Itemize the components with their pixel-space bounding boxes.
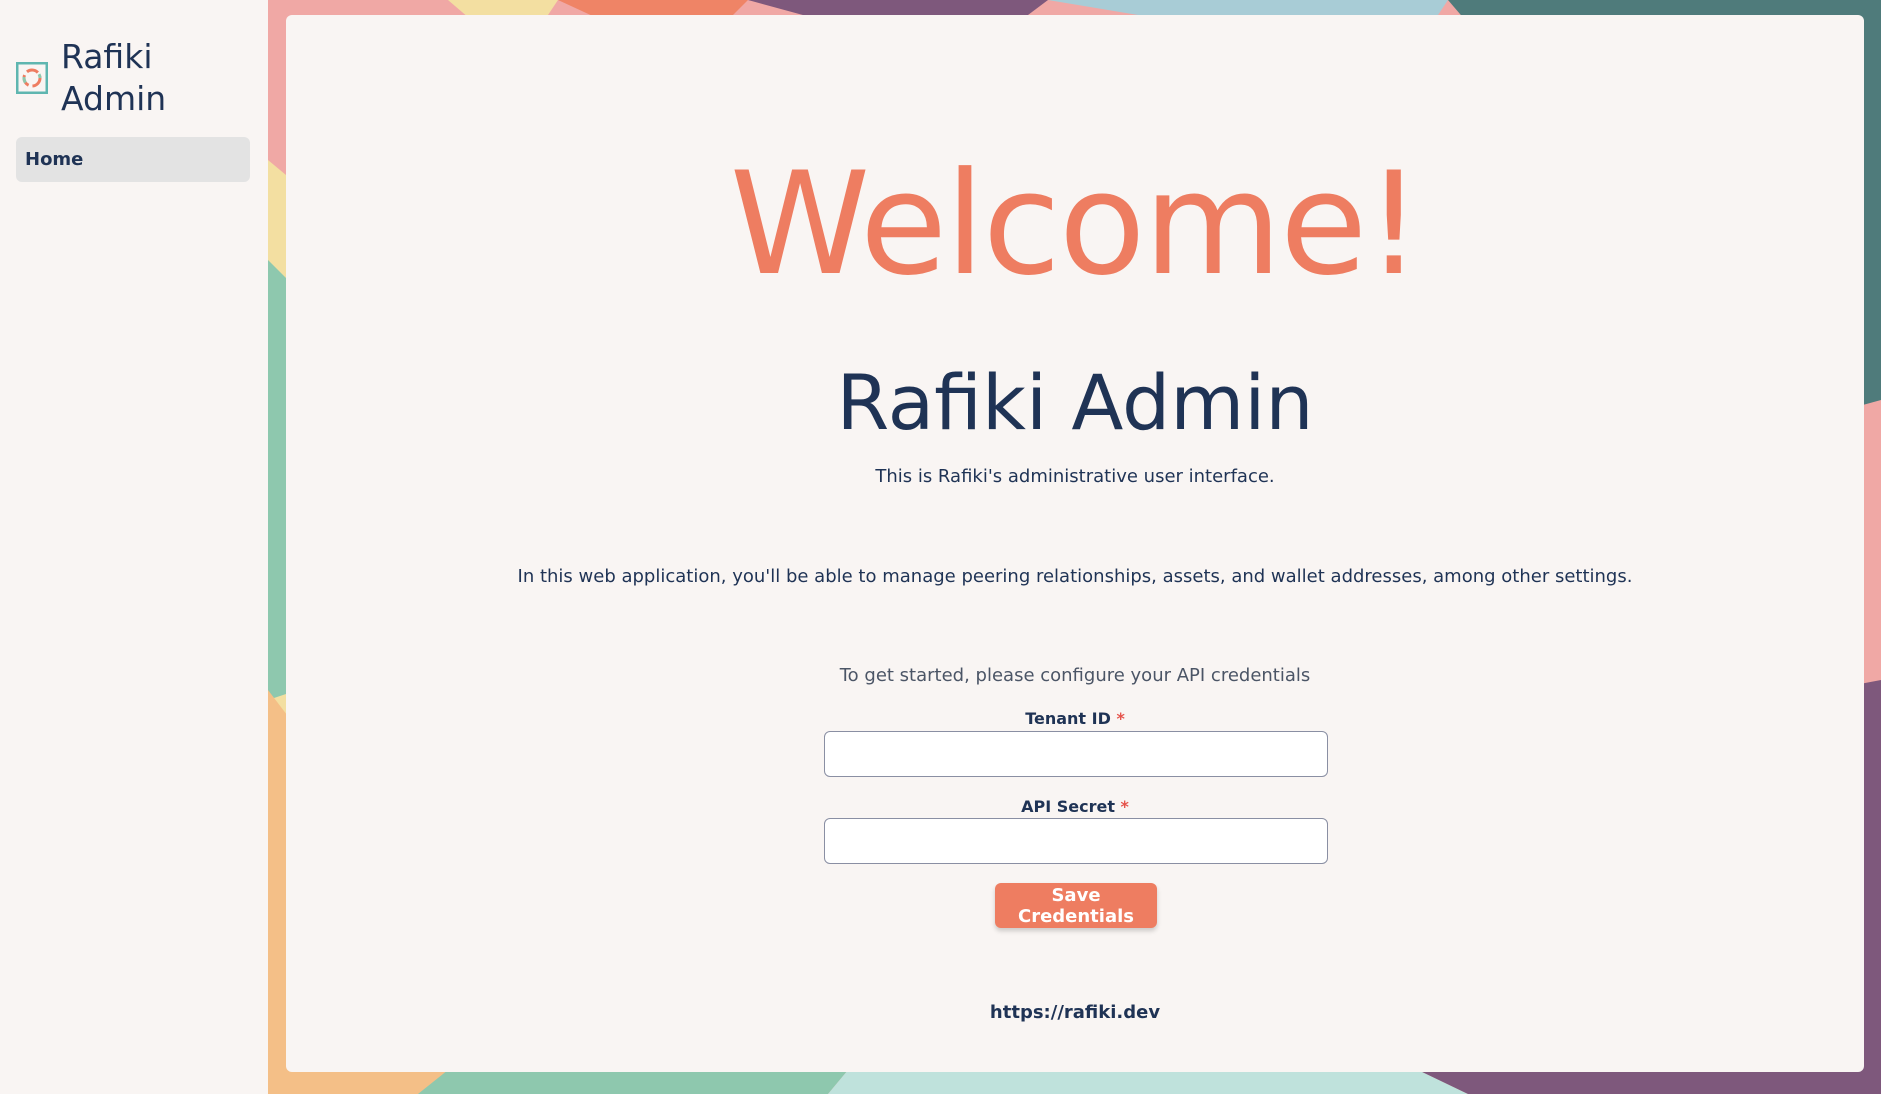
description-text: In this web application, you'll be able … [517,566,1633,587]
tenant-id-input[interactable] [824,731,1328,777]
sidebar: Rafiki Admin Home [0,0,268,1094]
save-credentials-button[interactable]: Save Credentials [995,883,1157,928]
required-marker: * [1120,797,1129,816]
sidebar-item-home[interactable]: Home [16,137,250,182]
brand-name-line2: Admin [61,79,167,118]
tenant-id-label: Tenant ID * [286,709,1864,728]
welcome-heading: Welcome! [729,142,1422,307]
tenant-id-label-text: Tenant ID [1025,709,1111,728]
required-marker: * [1116,709,1125,728]
api-secret-input[interactable] [824,818,1328,864]
brand[interactable]: Rafiki Admin [15,36,191,120]
page-title: Rafiki Admin [836,358,1314,447]
api-secret-label: API Secret * [286,797,1864,816]
brand-name: Rafiki Admin [61,36,191,120]
brand-name-line1: Rafiki [61,37,153,76]
api-secret-label-text: API Secret [1021,797,1115,816]
rafiki-website-link[interactable]: https://rafiki.dev [286,1002,1864,1023]
sidebar-item-label: Home [25,149,84,170]
main-card: Welcome! Rafiki Admin This is Rafiki's a… [286,15,1864,1072]
get-started-text: To get started, please configure your AP… [839,665,1311,686]
intro-text: This is Rafiki's administrative user int… [875,466,1275,487]
rafiki-logo-icon [15,61,49,95]
